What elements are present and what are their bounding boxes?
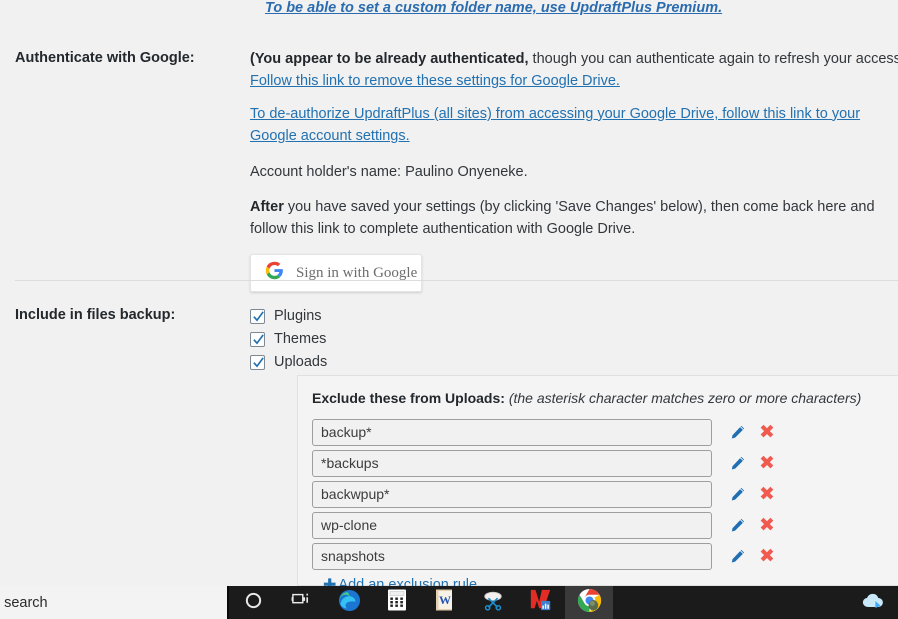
after-save-rest: you have saved your settings (by clickin…	[250, 198, 875, 237]
exclusion-title-bold: Exclude these from Uploads:	[312, 390, 505, 406]
delete-exclusion-rule-5-button[interactable]: ✖	[756, 545, 778, 567]
premium-folder-name-link[interactable]: To be able to set a custom folder name, …	[265, 0, 722, 16]
authenticate-with-google-row: Authenticate with Google: (You appear to…	[0, 48, 898, 293]
sign-in-with-google-button[interactable]: Sign in with Google	[250, 254, 422, 293]
windows-taskbar: o search	[0, 586, 898, 619]
account-holder-paragraph: Account holder's name: Paulino Onyeneke.	[250, 164, 528, 181]
include-in-files-backup-label: Include in files backup:	[15, 307, 176, 323]
exclusion-rule-row: ✖	[312, 541, 898, 571]
authenticate-with-google-label: Authenticate with Google:	[15, 50, 195, 66]
uploads-exclusion-panel: Exclude these from Uploads: (the asteris…	[297, 375, 898, 586]
checkbox-uploads[interactable]	[250, 355, 265, 370]
taskbar-empty-area	[613, 586, 856, 619]
checkmark-icon	[253, 357, 264, 368]
cortana-circle-icon	[244, 591, 263, 615]
taskbar-item-snipping-tool[interactable]	[469, 586, 517, 619]
taskbar-search-input[interactable]: o search	[0, 586, 227, 619]
taskbar-item-wps-office[interactable]	[517, 586, 565, 619]
exclusion-title-hint: (the asterisk character matches zero or …	[508, 390, 862, 406]
system-tray	[856, 586, 898, 619]
onedrive-cloud-icon	[862, 592, 886, 614]
taskbar-search-placeholder: o search	[0, 594, 48, 611]
delete-exclusion-rule-1-button[interactable]: ✖	[756, 421, 778, 443]
exclusion-rule-input-1[interactable]	[312, 418, 712, 446]
svg-text:W: W	[439, 593, 451, 607]
delete-exclusion-rule-3-button[interactable]: ✖	[756, 483, 778, 505]
task-view-icon	[291, 591, 311, 614]
taskbar-item-calculator[interactable]	[373, 586, 421, 619]
checkbox-themes[interactable]	[250, 332, 265, 347]
after-save-paragraph: After you have saved your settings (by c…	[250, 196, 895, 241]
exclusion-panel-title: Exclude these from Uploads: (the asteris…	[312, 390, 898, 406]
updraftplus-settings-form: To be able to set a custom folder name, …	[0, 0, 898, 586]
exclusion-rule-row: ✖	[312, 417, 898, 447]
chrome-icon	[577, 588, 602, 618]
scissors-icon	[481, 589, 505, 616]
checkmark-icon	[253, 334, 264, 345]
exclusion-rule-input-3[interactable]	[312, 480, 712, 508]
auth-status-rest: though you can authenticate again to ref…	[532, 51, 898, 67]
exclusion-rule-row: ✖	[312, 479, 898, 509]
taskbar-item-microsoft-edge[interactable]	[325, 586, 373, 619]
edit-exclusion-rule-4-button[interactable]	[726, 514, 748, 536]
x-close-icon: ✖	[759, 482, 775, 505]
exclusion-rule-row: ✖	[312, 510, 898, 540]
pencil-icon	[731, 456, 744, 469]
delete-exclusion-rule-4-button[interactable]: ✖	[756, 514, 778, 536]
checkbox-row-themes[interactable]: Themes	[250, 328, 898, 351]
deauthorize-link[interactable]: To de-authorize UpdraftPlus (all sites) …	[250, 106, 860, 144]
x-close-icon: ✖	[759, 513, 775, 536]
x-close-icon: ✖	[759, 451, 775, 474]
include-in-files-backup-row: Include in files backup: Plugins Themes …	[0, 305, 898, 374]
auth-status-paragraph: (You appear to be already authenticated,…	[250, 48, 898, 93]
add-exclusion-rule-label: Add an exclusion rule	[338, 577, 478, 586]
pencil-icon	[731, 518, 744, 531]
taskbar-item-task-view[interactable]	[277, 586, 325, 619]
section-divider	[15, 280, 898, 281]
plus-icon: ✚	[323, 575, 337, 587]
x-close-icon: ✖	[759, 544, 775, 567]
taskbar-item-wps-writer[interactable]: W	[421, 586, 469, 619]
edit-exclusion-rule-5-button[interactable]	[726, 545, 748, 567]
wps-office-icon	[529, 588, 553, 617]
google-g-icon	[265, 261, 284, 285]
include-in-files-backup-body: Plugins Themes Uploads	[250, 305, 898, 374]
deauthorize-paragraph: To de-authorize UpdraftPlus (all sites) …	[250, 103, 895, 148]
add-exclusion-rule-button[interactable]: ✚ Add an exclusion rule	[323, 575, 478, 587]
edit-exclusion-rule-1-button[interactable]	[726, 421, 748, 443]
auth-status-bold: (You appear to be already authenticated,	[250, 51, 529, 67]
edit-exclusion-rule-2-button[interactable]	[726, 452, 748, 474]
edit-exclusion-rule-3-button[interactable]	[726, 483, 748, 505]
checkbox-plugins[interactable]	[250, 309, 265, 324]
exclusion-rule-input-4[interactable]	[312, 511, 712, 539]
pencil-icon	[731, 425, 744, 438]
checkbox-row-uploads[interactable]: Uploads	[250, 351, 898, 374]
taskbar-item-google-chrome[interactable]	[565, 586, 613, 619]
checkbox-label-uploads: Uploads	[274, 354, 328, 371]
checkbox-row-plugins[interactable]: Plugins	[250, 305, 898, 328]
exclusion-rule-row: ✖	[312, 448, 898, 478]
screen: To be able to set a custom folder name, …	[0, 0, 898, 619]
exclusion-rule-input-5[interactable]	[312, 542, 712, 570]
checkmark-icon	[253, 311, 264, 322]
calculator-icon	[387, 589, 407, 616]
remove-settings-link[interactable]: Follow this link to remove these setting…	[250, 73, 620, 89]
edge-icon	[338, 589, 361, 617]
taskbar-item-cortana[interactable]	[229, 586, 277, 619]
checkbox-label-plugins: Plugins	[274, 308, 322, 325]
authenticate-with-google-body: (You appear to be already authenticated,…	[250, 48, 898, 293]
pencil-icon	[731, 549, 744, 562]
delete-exclusion-rule-2-button[interactable]: ✖	[756, 452, 778, 474]
tray-item-onedrive[interactable]	[856, 586, 892, 619]
after-save-bold: After	[250, 198, 284, 215]
pencil-icon	[731, 487, 744, 500]
checkbox-label-themes: Themes	[274, 331, 327, 348]
word-document-icon: W	[434, 588, 456, 617]
exclusion-rule-input-2[interactable]	[312, 449, 712, 477]
x-close-icon: ✖	[759, 420, 775, 443]
